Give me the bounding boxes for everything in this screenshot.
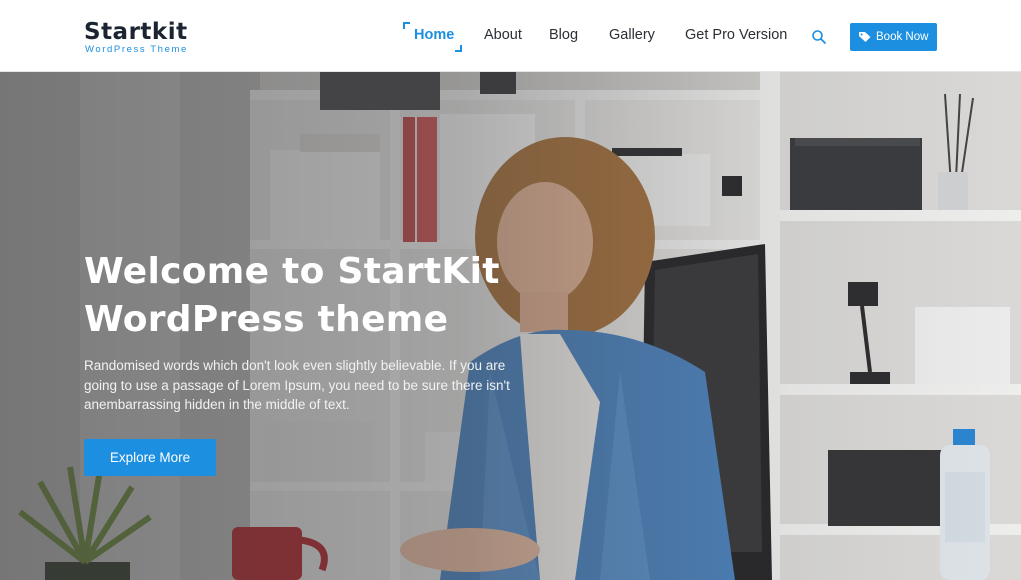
hero-description: Randomised words which don't look even s… [84,358,510,412]
active-bracket-bottom-right [455,45,463,52]
hero-section: Welcome to StartKit WordPress theme Rand… [0,72,1021,580]
nav-item-label: Blog [549,27,579,43]
nav-item-label: Gallery [609,27,655,43]
nav-item-blog[interactable]: Blog [549,26,578,44]
book-now-button[interactable]: Book Now [850,23,937,51]
search-icon [812,30,826,44]
site-logo[interactable]: Startkit WordPress Theme [84,20,204,56]
logo-name: Startkit [84,19,188,45]
nav-item-get-pro-version[interactable]: Get Pro Version [685,26,787,44]
nav-item-label: About [484,27,522,43]
active-bracket-top-left [403,22,410,29]
hero-title: Welcome to StartKit WordPress theme [84,251,500,340]
tag-icon [859,32,871,42]
nav-item-about[interactable]: About [484,26,522,44]
logo-tagline: WordPress Theme [85,44,188,55]
book-now-label: Book Now [876,31,929,43]
site-header: Startkit WordPress Theme Home About Blog… [0,0,1021,72]
nav-item-home[interactable]: Home [403,22,463,52]
search-button[interactable] [811,29,827,45]
nav-item-gallery[interactable]: Gallery [609,26,655,44]
nav-item-label: Home [414,27,455,43]
explore-more-button[interactable]: Explore More [84,439,216,476]
nav-item-label: Get Pro Version [685,27,788,43]
